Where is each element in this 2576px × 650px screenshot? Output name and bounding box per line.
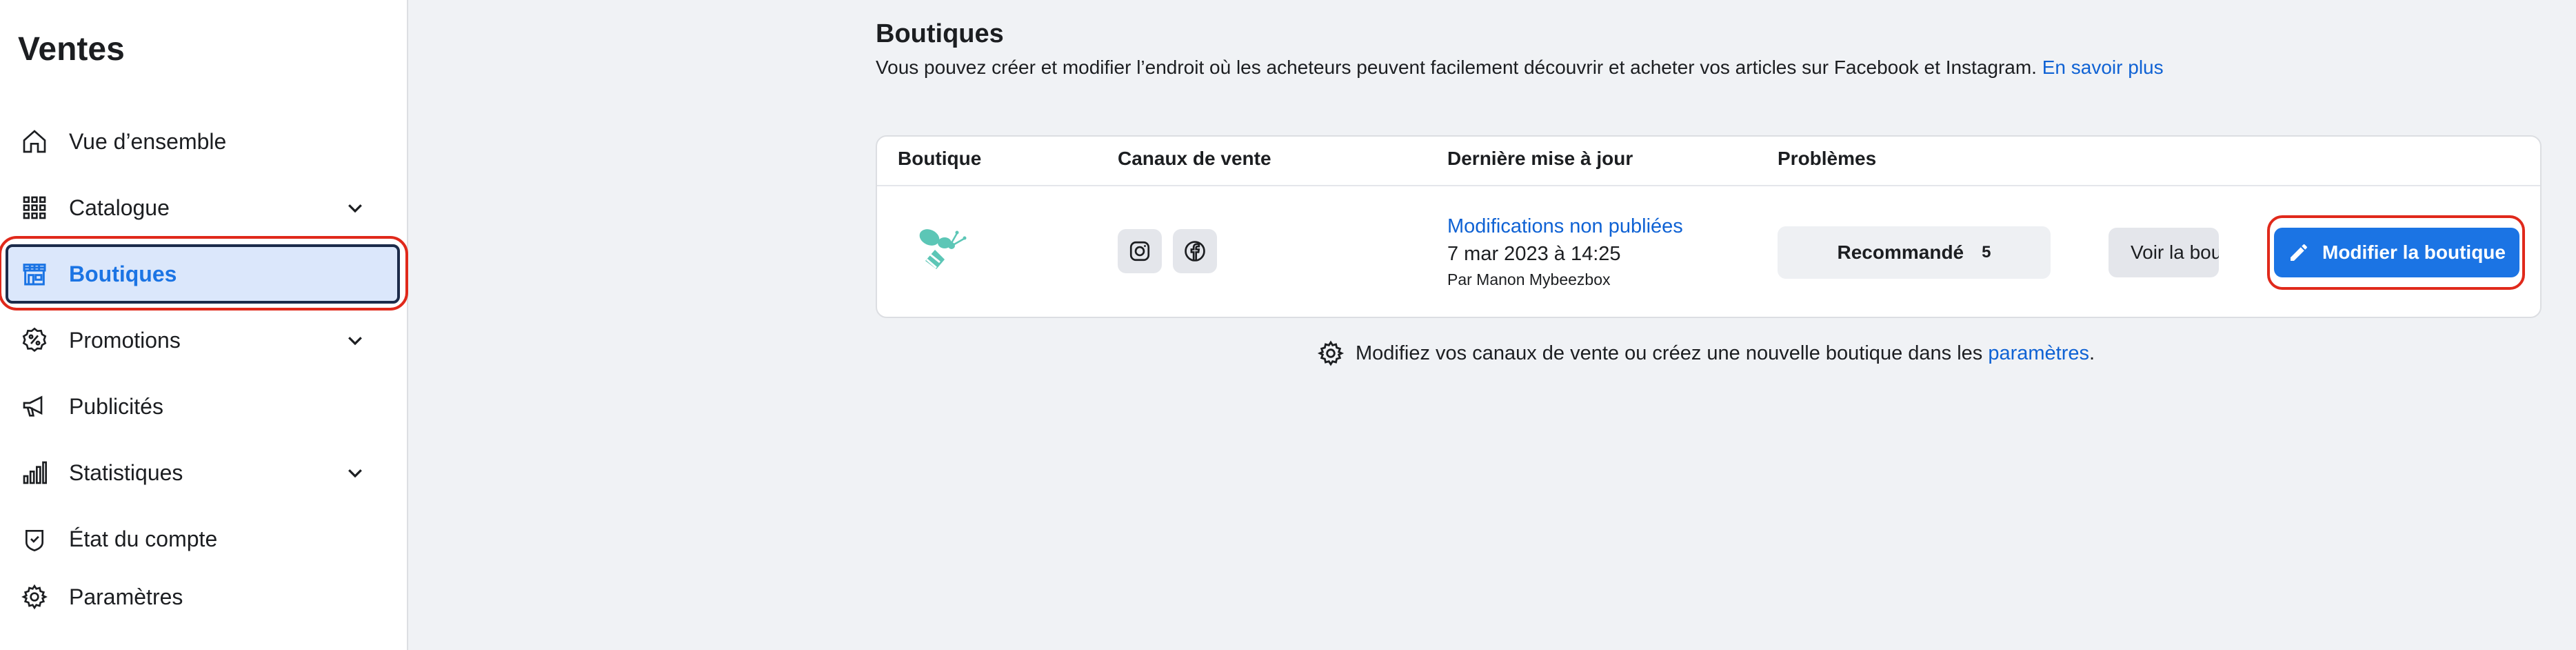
sidebar-item-boutiques[interactable]: Boutiques: [6, 244, 400, 304]
sidebar-item-label: Vue d’ensemble: [69, 128, 227, 154]
footer-text: Modifiez vos canaux de vente ou créez un…: [1356, 342, 1983, 364]
column-header-issues: Problèmes: [1778, 148, 1877, 169]
issues-count: 5: [1982, 243, 1991, 262]
chevron-down-icon[interactable]: [345, 330, 365, 351]
column-header-shop: Boutique: [898, 148, 982, 169]
home-icon: [19, 126, 50, 157]
page-description: Vous pouvez créer et modifier l’endroit …: [876, 57, 2164, 79]
percent-badge-icon: [19, 325, 50, 355]
view-shop-button[interactable]: Voir la bou…: [2109, 228, 2219, 277]
column-header-last-update: Dernière mise à jour: [1447, 148, 1633, 169]
edit-shop-label: Modifier la boutique: [2322, 242, 2506, 263]
megaphone-icon: [19, 391, 50, 422]
sidebar-item-label: Boutiques: [69, 261, 177, 286]
bee-logo-icon[interactable]: [909, 219, 971, 282]
sidebar-item-account-status[interactable]: État du compte: [6, 509, 400, 569]
sidebar-item-label: Catalogue: [69, 195, 170, 220]
sidebar: Ventes Vue d’ensemble Catalogue Boutique…: [0, 0, 408, 650]
update-date: 7 mar 2023 à 14:25: [1447, 243, 1621, 265]
gear-icon: [19, 582, 50, 612]
sidebar-item-label: État du compte: [69, 526, 218, 551]
sidebar-item-label: Statistiques: [69, 460, 183, 485]
instagram-icon: [1129, 241, 1150, 262]
bar-chart-icon: [19, 457, 50, 488]
sidebar-item-label: Promotions: [69, 327, 181, 353]
grid-icon: [19, 193, 50, 223]
description-text: Vous pouvez créer et modifier l’endroit …: [876, 57, 2037, 78]
instagram-channel-button[interactable]: [1118, 229, 1162, 273]
issues-label: Recommandé: [1837, 242, 1964, 263]
pencil-icon: [2291, 244, 2307, 261]
sidebar-item-ads[interactable]: Publicités: [6, 377, 400, 436]
sidebar-item-label: Publicités: [69, 393, 163, 419]
gear-icon: [1317, 340, 1345, 366]
column-header-channels: Canaux de vente: [1118, 148, 1271, 169]
sidebar-item-settings[interactable]: Paramètres: [6, 567, 400, 627]
issues-recommended-button[interactable]: Recommandé 5: [1778, 226, 2051, 279]
page-title: Boutiques: [876, 19, 1004, 48]
shield-check-icon: [19, 524, 50, 554]
sidebar-item-catalogue[interactable]: Catalogue: [6, 178, 400, 237]
footer-note: Modifiez vos canaux de vente ou créez un…: [1317, 339, 2095, 367]
table-divider: [877, 185, 2540, 186]
storefront-icon: [19, 259, 50, 289]
sidebar-item-statistics[interactable]: Statistiques: [6, 443, 400, 502]
edit-shop-button[interactable]: Modifier la boutique: [2274, 228, 2519, 277]
facebook-icon: [1185, 241, 1205, 262]
sidebar-item-label: Paramètres: [69, 584, 183, 609]
facebook-channel-button[interactable]: [1173, 229, 1217, 273]
chevron-down-icon[interactable]: [345, 197, 365, 218]
sidebar-item-promotions[interactable]: Promotions: [6, 311, 400, 370]
update-author: Par Manon Mybeezbox: [1447, 270, 1611, 288]
settings-link[interactable]: paramètres: [1988, 342, 2089, 365]
footer-end: .: [2089, 342, 2095, 364]
chevron-down-icon[interactable]: [345, 462, 365, 483]
learn-more-link[interactable]: En savoir plus: [2042, 57, 2164, 78]
sidebar-title: Ventes: [18, 31, 125, 68]
unpublished-changes-link[interactable]: Modifications non publiées: [1447, 215, 1683, 238]
sidebar-item-overview[interactable]: Vue d’ensemble: [6, 112, 400, 171]
